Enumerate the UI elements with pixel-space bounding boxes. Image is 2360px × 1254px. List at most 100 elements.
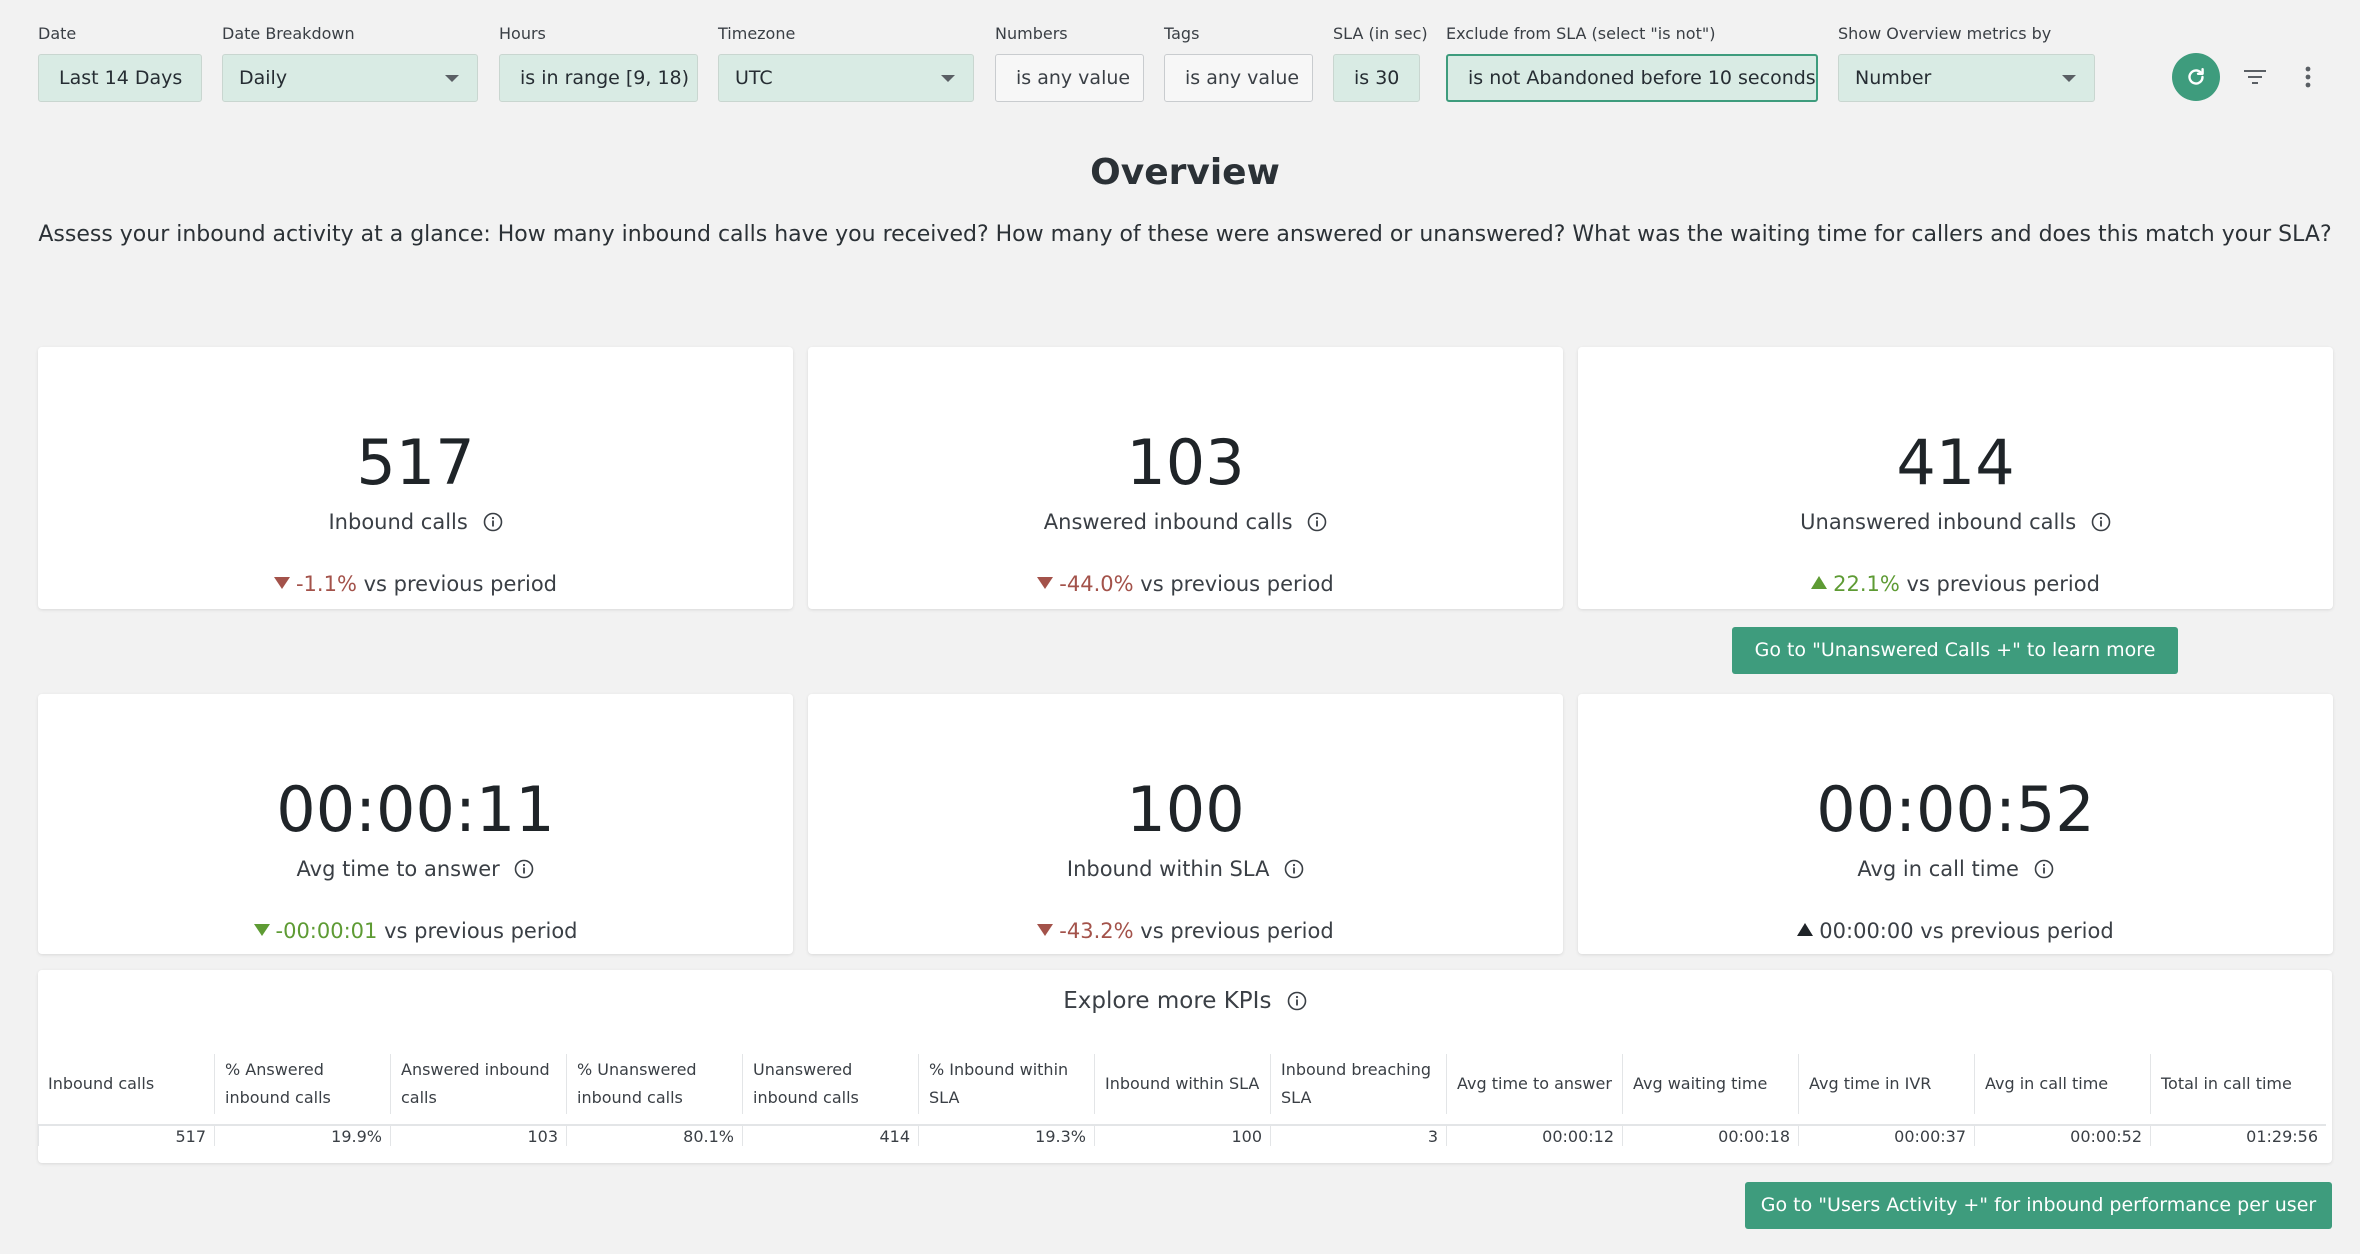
kpi-delta-suffix: vs previous period [363,572,558,596]
filter-icon [2244,70,2266,84]
triangle-down-icon [1037,577,1054,589]
info-icon[interactable] [1307,512,1327,532]
chevron-down-icon [941,75,955,82]
hours-filter-button[interactable]: is in range [9, 18) [499,54,698,102]
filter-tags: Tags is any value [1164,22,1313,102]
kpi-label: Unanswered inbound calls [1578,507,2333,537]
table-header[interactable]: Avg time in IVR [1798,1054,1974,1114]
table-header[interactable]: % Unanswered inbound calls [566,1054,742,1114]
table-header[interactable]: Avg in call time [1974,1054,2150,1114]
filter-sla: SLA (in sec) is 30 [1333,22,1428,102]
kpi-card-answered-calls: 103 Answered inbound calls -44.0% vs pre… [808,347,1563,609]
table-cell: 00:00:18 [1622,1124,1798,1146]
table-cell: 00:00:37 [1798,1124,1974,1146]
table-header[interactable]: Avg waiting time [1622,1054,1798,1114]
kpi-delta: 00:00:00 vs previous period [1578,916,2333,946]
refresh-icon [2188,68,2204,85]
kpi-label: Answered inbound calls [808,507,1563,537]
kpi-delta-value: -43.2% [1059,919,1134,943]
table-header[interactable]: Avg time to answer [1446,1054,1622,1114]
overview-metrics-select[interactable]: Number [1838,54,2095,102]
more-options-button[interactable] [2292,61,2324,93]
refresh-button[interactable] [2172,53,2220,101]
tags-filter-button[interactable]: is any value [1164,54,1313,102]
kpi-delta-suffix: vs previous period [1906,572,2100,596]
filter-date-breakdown: Date Breakdown Daily [222,22,478,102]
sla-filter-button[interactable]: is 30 [1333,54,1420,102]
triangle-down-icon [253,924,270,936]
info-icon[interactable] [1287,991,1307,1011]
table-header[interactable]: Inbound breaching SLA [1270,1054,1446,1114]
unanswered-calls-link-button[interactable]: Go to "Unanswered Calls +" to learn more [1732,627,2178,674]
kpi-delta: -00:00:01 vs previous period [38,916,793,946]
overview-metrics-value: Number [1855,67,1932,89]
table-header[interactable]: Total in call time [2150,1054,2326,1114]
info-icon[interactable] [1284,859,1304,879]
info-icon[interactable] [483,512,503,532]
filter-date-breakdown-label: Date Breakdown [222,24,355,43]
page-title: Overview [1090,152,1280,193]
table-cell: 01:29:56 [2150,1124,2326,1146]
info-icon[interactable] [2091,512,2111,532]
kpi-label: Avg time to answer [38,854,793,884]
filter-overview-metrics: Show Overview metrics by Number [1838,22,2095,102]
filter-hours: Hours is in range [9, 18) [499,22,698,102]
date-breakdown-select[interactable]: Daily [222,54,478,102]
kpi-delta-value: 00:00:00 [1819,919,1914,943]
table-cell: 80.1% [566,1124,742,1146]
kpi-label: Inbound calls [38,507,793,537]
kpi-delta-value: -00:00:01 [275,919,378,943]
info-icon[interactable] [2034,859,2054,879]
kpi-delta-value: -1.1% [295,572,357,596]
kpi-delta: -43.2% vs previous period [808,916,1563,946]
table-header[interactable]: Unanswered inbound calls [742,1054,918,1114]
users-activity-link-button[interactable]: Go to "Users Activity +" for inbound per… [1745,1182,2332,1229]
triangle-up-icon [1811,576,1828,589]
triangle-down-icon [273,577,290,589]
table-header[interactable]: % Answered inbound calls [214,1054,390,1114]
kpi-delta: -1.1% vs previous period [38,569,793,599]
kpi-label-text: Avg in call time [1857,857,2019,881]
kpi-label-text: Avg time to answer [296,857,500,881]
timezone-select[interactable]: UTC [718,54,974,102]
kpi-delta: -44.0% vs previous period [808,569,1563,599]
table-header[interactable]: % Inbound within SLA [918,1054,1094,1114]
table-header[interactable]: Answered inbound calls [390,1054,566,1114]
kpi-delta: 22.1% vs previous period [1578,569,2333,599]
kpi-table-title: Explore more KPIs [38,986,2332,1016]
kpi-delta-value: -44.0% [1059,572,1134,596]
numbers-filter-button[interactable]: is any value [995,54,1144,102]
filter-overview-metrics-label: Show Overview metrics by [1838,24,2052,43]
kpi-value: 100 [1126,773,1245,846]
date-filter-button[interactable]: Last 14 Days [38,54,202,102]
filter-numbers-label: Numbers [995,24,1068,43]
kpi-label: Inbound within SLA [808,854,1563,884]
filter-exclude-sla-label: Exclude from SLA (select "is not") [1446,24,1716,43]
table-cell: 100 [1094,1124,1270,1146]
kpi-delta-suffix: vs previous period [384,919,578,943]
date-breakdown-value: Daily [239,67,288,89]
kpi-value: 517 [356,426,475,499]
table-cell: 00:00:52 [1974,1124,2150,1146]
filter-date-label: Date [38,24,77,43]
table-cell: 19.9% [214,1124,390,1146]
filter-timezone: Timezone UTC [718,22,974,102]
filter-toggle-button[interactable] [2239,61,2271,93]
filter-sla-label: SLA (in sec) [1333,24,1428,43]
triangle-down-icon [1037,924,1054,936]
table-header[interactable]: Inbound calls [38,1054,214,1114]
kpi-value: 00:00:11 [276,773,555,846]
table-cell: 414 [742,1124,918,1146]
triangle-up-icon [1797,923,1814,936]
kpi-label-text: Inbound within SLA [1066,857,1270,881]
kpi-value: 103 [1126,426,1245,499]
kpi-delta-suffix: vs previous period [1140,919,1334,943]
kpi-label: Avg in call time [1578,854,2333,884]
filter-date: Date Last 14 Days [38,22,202,102]
kpi-table-title-text: Explore more KPIs [1063,988,1272,1014]
kpi-card-avg-in-call-time: 00:00:52 Avg in call time 00:00:00 vs pr… [1578,694,2333,954]
table-header[interactable]: Inbound within SLA [1094,1054,1270,1114]
info-icon[interactable] [514,859,534,879]
kpi-label-text: Answered inbound calls [1043,510,1293,534]
exclude-sla-filter-button[interactable]: is not Abandoned before 10 seconds [1446,54,1818,102]
